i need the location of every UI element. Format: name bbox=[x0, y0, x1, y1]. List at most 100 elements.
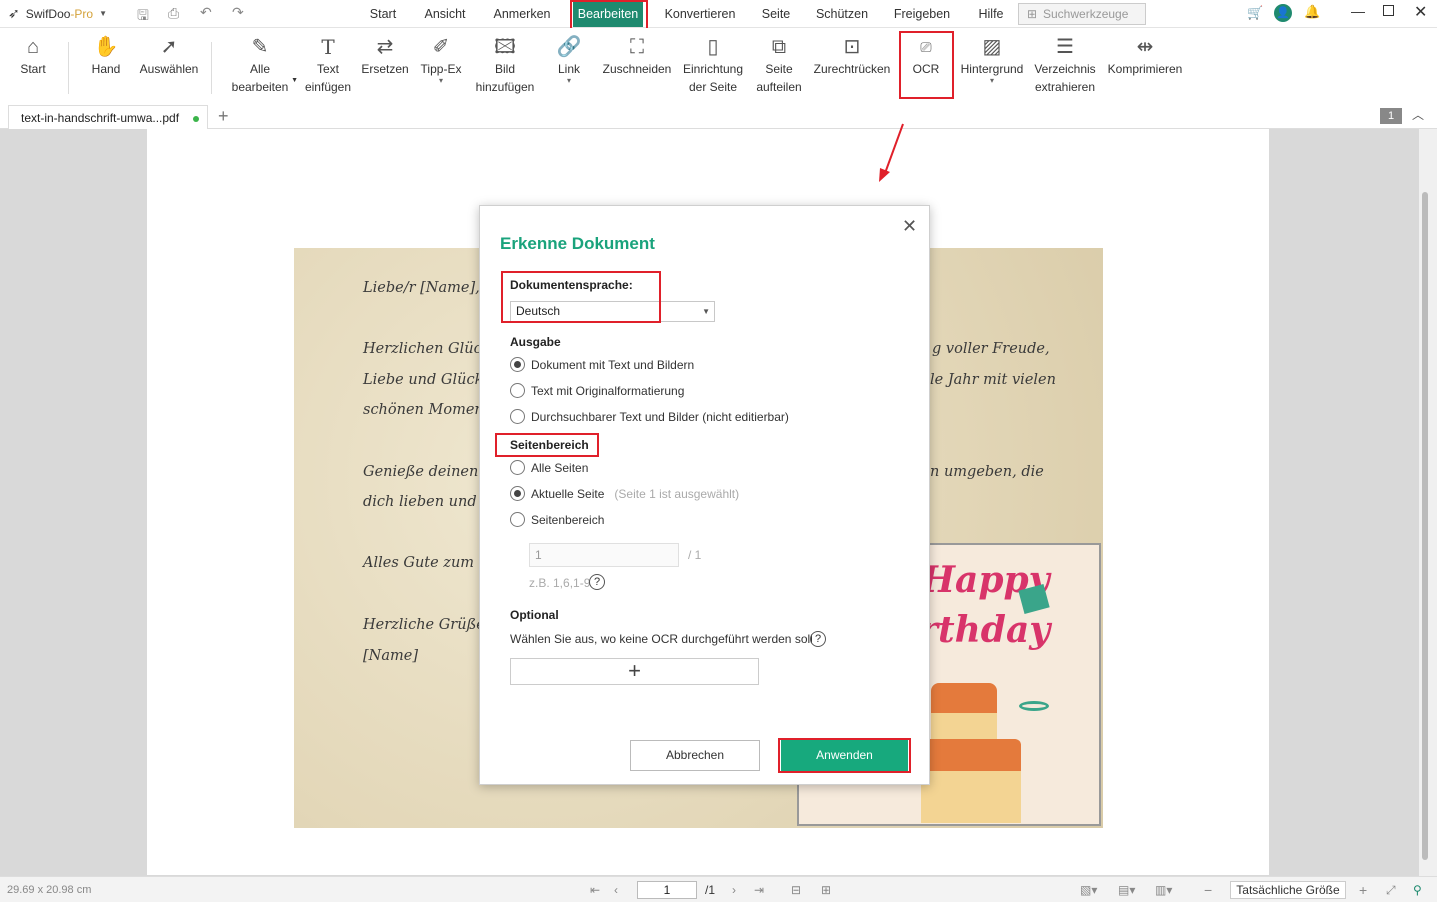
hand-tool[interactable]: ✋ Hand bbox=[86, 34, 126, 78]
menu-seite[interactable]: Seite bbox=[757, 0, 795, 28]
edit-all-tool[interactable]: ✎ Alle bearbeiten ▼ bbox=[228, 34, 298, 96]
apply-button[interactable]: Anwenden bbox=[781, 740, 908, 771]
menu-hilfe[interactable]: Hilfe bbox=[972, 0, 1010, 28]
cursor-icon: ➚ bbox=[160, 36, 178, 58]
first-page-icon[interactable]: ⇤ bbox=[590, 877, 600, 902]
dropdown-caret-icon: ▾ bbox=[989, 76, 994, 85]
page-setup-icon: ▯ bbox=[707, 36, 719, 58]
page-mode-icon[interactable]: ▧▾ bbox=[1080, 877, 1097, 902]
layout-mode-icon[interactable]: ▤▾ bbox=[1118, 877, 1135, 902]
two-page-view-icon[interactable]: ▥▾ bbox=[1155, 877, 1172, 902]
output-option-text-images[interactable]: Dokument mit Text und Bildern bbox=[510, 357, 694, 372]
home-icon: ⌂ bbox=[26, 36, 40, 58]
help-question-icon[interactable]: ? bbox=[810, 631, 826, 647]
language-value: Deutsch bbox=[516, 304, 561, 318]
output-option-searchable[interactable]: Durchsuchbarer Text und Bilder (nicht ed… bbox=[510, 409, 789, 424]
document-tab[interactable]: text-in-handschrift-umwa...pdf bbox=[8, 105, 208, 129]
replace-tool[interactable]: ⇄ Ersetzen bbox=[360, 34, 410, 78]
saved-status-dot bbox=[193, 116, 199, 122]
menu-anmerken[interactable]: Anmerken bbox=[489, 0, 555, 28]
cart-icon[interactable]: 🛒 bbox=[1247, 5, 1263, 21]
menu-start[interactable]: Start bbox=[363, 0, 403, 28]
text-t-icon: T bbox=[321, 35, 335, 59]
range-option-custom[interactable]: Seitenbereich bbox=[510, 512, 604, 527]
edit-toolbar: ⌂ Start ✋ Hand ➚ Auswählen ✎ Alle bearbe… bbox=[0, 28, 1437, 103]
letter-line: Herzlichen Glück bbox=[363, 341, 491, 357]
prev-page-icon[interactable]: ‹ bbox=[614, 877, 618, 902]
insert-text-label-2: einfügen bbox=[304, 80, 352, 94]
edit-all-label-2: bearbeiten bbox=[231, 80, 289, 94]
forward-view-icon[interactable]: ⊞ bbox=[821, 877, 831, 902]
add-tab-icon[interactable]: + bbox=[218, 106, 229, 127]
bell-icon[interactable]: 🔔 bbox=[1304, 4, 1320, 20]
range-option-current[interactable]: Aktuelle Seite (Seite 1 ist ausgewählt) bbox=[510, 486, 739, 501]
crop-label: Zuschneiden bbox=[602, 62, 672, 76]
cancel-button[interactable]: Abbrechen bbox=[630, 740, 760, 771]
user-avatar-icon[interactable]: 👤 bbox=[1274, 4, 1292, 22]
replace-icon: ⇄ bbox=[376, 36, 394, 58]
page-setup-tool[interactable]: ▯ Einrichtung der Seite bbox=[680, 34, 746, 96]
option-label: Durchsuchbarer Text und Bilder (nicht ed… bbox=[531, 409, 789, 424]
menu-freigeben[interactable]: Freigeben bbox=[890, 0, 954, 28]
grid-search-icon: ⊞ bbox=[1027, 7, 1038, 21]
save-icon[interactable]: 🖫 bbox=[137, 5, 149, 29]
actual-size-button[interactable]: Tatsächliche Größe bbox=[1230, 881, 1346, 899]
search-tools-input[interactable]: ⊞ Suchwerkzeuge bbox=[1018, 3, 1146, 25]
help-question-icon[interactable]: ? bbox=[589, 574, 605, 590]
dropdown-caret-icon: ▾ bbox=[566, 76, 571, 85]
maximize-icon[interactable] bbox=[1383, 5, 1394, 16]
radio-button[interactable] bbox=[510, 486, 525, 501]
radio-button[interactable] bbox=[510, 512, 525, 527]
crop-icon: ⛶ bbox=[630, 36, 644, 58]
extract-toc-tool[interactable]: ☰ Verzeichnis extrahieren bbox=[1033, 34, 1097, 96]
zoom-in-icon[interactable]: + bbox=[1359, 877, 1367, 902]
compress-tool[interactable]: ⇹ Komprimieren bbox=[1104, 34, 1186, 78]
letter-line: Liebe und Glück. bbox=[363, 372, 488, 388]
page-range-input[interactable]: 1 bbox=[529, 543, 679, 567]
menu-ansicht[interactable]: Ansicht bbox=[419, 0, 471, 28]
menu-schuetzen[interactable]: Schützen bbox=[812, 0, 872, 28]
app-menu-chevron-icon[interactable]: ▼ bbox=[99, 9, 107, 18]
language-select[interactable]: Deutsch ▼ bbox=[510, 301, 715, 322]
close-window-icon[interactable]: ✕ bbox=[1414, 2, 1427, 22]
menu-konvertieren[interactable]: Konvertieren bbox=[661, 0, 739, 28]
close-dialog-icon[interactable]: ✕ bbox=[902, 216, 917, 237]
add-image-tool[interactable]: 🖾 Bild hinzufügen bbox=[472, 34, 538, 96]
select-tool[interactable]: ➚ Auswählen bbox=[138, 34, 200, 78]
minimize-icon[interactable]: — bbox=[1351, 3, 1365, 19]
image-icon: 🖾 bbox=[494, 36, 516, 58]
next-page-icon[interactable]: › bbox=[732, 877, 736, 902]
ocr-tool[interactable]: ⎚ OCR bbox=[905, 34, 947, 78]
collapse-chevron-up-icon[interactable]: ︿ bbox=[1412, 106, 1424, 123]
background-tool[interactable]: ▨ Hintergrund ▾ bbox=[958, 34, 1026, 85]
crop-tool[interactable]: ⛶ Zuschneiden bbox=[600, 34, 674, 78]
fullscreen-icon[interactable]: ⤢ bbox=[1386, 877, 1396, 902]
back-view-icon[interactable]: ⊟ bbox=[791, 877, 801, 902]
hand-tool-label: Hand bbox=[91, 62, 121, 76]
redo-icon[interactable]: ↷ bbox=[232, 4, 244, 21]
split-page-tool[interactable]: ⧉ Seite aufteilen bbox=[752, 34, 806, 96]
radio-button[interactable] bbox=[510, 357, 525, 372]
radio-button[interactable] bbox=[510, 383, 525, 398]
insert-text-tool[interactable]: T Text einfügen bbox=[302, 34, 354, 96]
last-page-icon[interactable]: ⇥ bbox=[754, 877, 764, 902]
cake-top-icon bbox=[931, 683, 997, 713]
menu-bearbeiten[interactable]: Bearbeiten bbox=[573, 2, 643, 27]
undo-icon[interactable]: ↶ bbox=[200, 4, 212, 21]
zoom-out-icon[interactable]: − bbox=[1204, 877, 1212, 902]
whiteout-tool[interactable]: ✐ Tipp-Ex ▾ bbox=[418, 34, 464, 85]
straighten-icon: ⊡ bbox=[843, 36, 861, 58]
range-option-all[interactable]: Alle Seiten bbox=[510, 460, 588, 475]
radio-button[interactable] bbox=[510, 460, 525, 475]
page-number-input[interactable]: 1 bbox=[637, 881, 697, 899]
vertical-scrollbar-thumb[interactable] bbox=[1422, 192, 1428, 860]
pin-icon[interactable]: ⚲ bbox=[1413, 877, 1422, 902]
compress-icon: ⇹ bbox=[1136, 36, 1154, 58]
start-tool[interactable]: ⌂ Start bbox=[14, 34, 52, 78]
add-exclusion-area-button[interactable]: + bbox=[510, 658, 759, 685]
output-option-original-format[interactable]: Text mit Originalformatierung bbox=[510, 383, 684, 398]
print-icon[interactable]: ⎙ bbox=[168, 5, 179, 22]
straighten-tool[interactable]: ⊡ Zurechtrücken bbox=[812, 34, 892, 78]
link-tool[interactable]: 🔗 Link ▾ bbox=[552, 34, 586, 85]
radio-button[interactable] bbox=[510, 409, 525, 424]
